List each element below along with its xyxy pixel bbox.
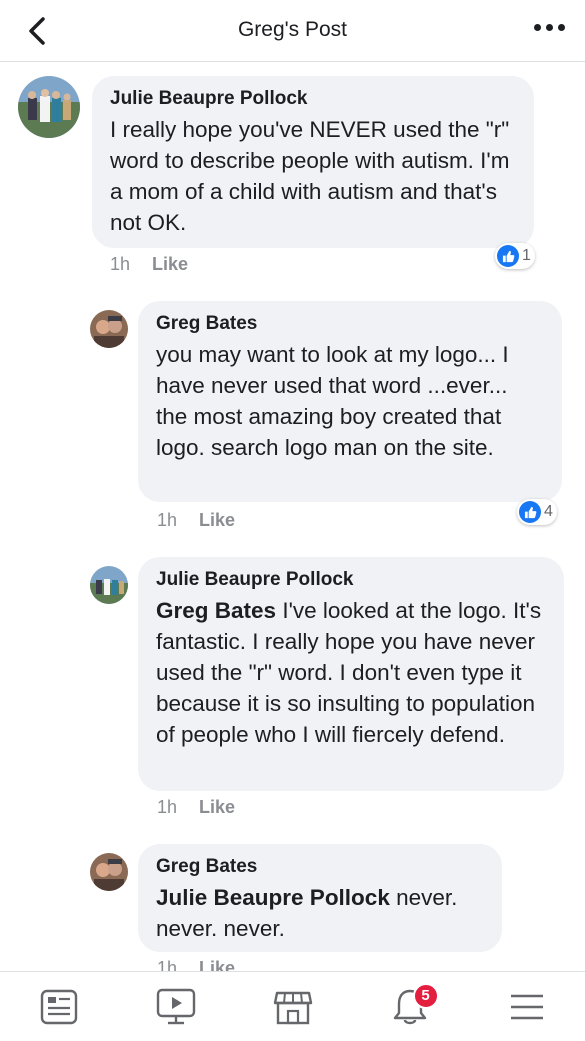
like-button[interactable]: Like: [199, 958, 235, 971]
comment-meta: 1h Like: [110, 254, 188, 275]
menu-icon: [510, 994, 543, 1019]
reaction-summary[interactable]: 1: [495, 243, 535, 269]
avatar[interactable]: [18, 76, 80, 138]
tab-news-feed[interactable]: [24, 977, 94, 1037]
avatar[interactable]: [90, 566, 128, 604]
comment-time: 1h: [157, 510, 178, 530]
comment-time: 1h: [157, 797, 178, 817]
comment-time: 1h: [157, 958, 178, 971]
tab-menu[interactable]: [492, 977, 562, 1037]
top-bar: Greg's Post: [0, 0, 585, 62]
thumbs-up-icon: [519, 501, 541, 523]
watch-video-icon: [156, 988, 195, 1024]
comment-author[interactable]: Greg Bates: [156, 313, 544, 335]
marketplace-icon: [273, 991, 312, 1024]
tab-notifications[interactable]: 5: [375, 977, 445, 1037]
comment-meta: 1h Like: [157, 958, 235, 971]
comment-bubble[interactable]: Greg Bates you may want to look at my lo…: [138, 301, 562, 502]
tab-marketplace[interactable]: [258, 977, 328, 1037]
like-button[interactable]: Like: [152, 254, 188, 275]
like-button[interactable]: Like: [199, 510, 235, 531]
comment-author[interactable]: Greg Bates: [156, 856, 484, 878]
page-title: Greg's Post: [237, 18, 348, 41]
comment-meta: 1h Like: [157, 797, 235, 818]
thumbs-up-icon: [497, 245, 519, 267]
mention-link[interactable]: Greg Bates: [156, 598, 276, 623]
reaction-count: 4: [544, 503, 553, 520]
reaction-count: 1: [522, 247, 531, 264]
comment-text: you may want to look at my logo... I hav…: [156, 342, 509, 460]
bottom-tab-bar: 5: [0, 971, 585, 1041]
comment-meta: 1h Like: [157, 510, 235, 531]
avatar[interactable]: [90, 853, 128, 891]
more-options-button[interactable]: [534, 24, 565, 31]
comments-list: Julie Beaupre Pollock I really hope you'…: [0, 63, 585, 971]
news-feed-icon: [40, 989, 77, 1024]
ellipsis-icon: [534, 24, 541, 31]
like-button[interactable]: Like: [199, 797, 235, 818]
comment-bubble[interactable]: Julie Beaupre Pollock Greg Bates I've lo…: [138, 557, 564, 791]
mention-link[interactable]: Julie Beaupre Pollock: [156, 885, 390, 910]
avatar[interactable]: [90, 310, 128, 348]
comment-author[interactable]: Julie Beaupre Pollock: [110, 88, 516, 110]
comment-time: 1h: [110, 254, 131, 274]
comment-text: I really hope you've NEVER used the "r" …: [110, 117, 510, 235]
comment-bubble[interactable]: Julie Beaupre Pollock I really hope you'…: [92, 76, 534, 248]
notification-badge: 5: [412, 982, 439, 1009]
reaction-summary[interactable]: 4: [517, 499, 557, 525]
comment-bubble[interactable]: Greg Bates Julie Beaupre Pollock never. …: [138, 844, 502, 952]
comment-author[interactable]: Julie Beaupre Pollock: [156, 569, 546, 591]
tab-watch[interactable]: [141, 977, 211, 1037]
